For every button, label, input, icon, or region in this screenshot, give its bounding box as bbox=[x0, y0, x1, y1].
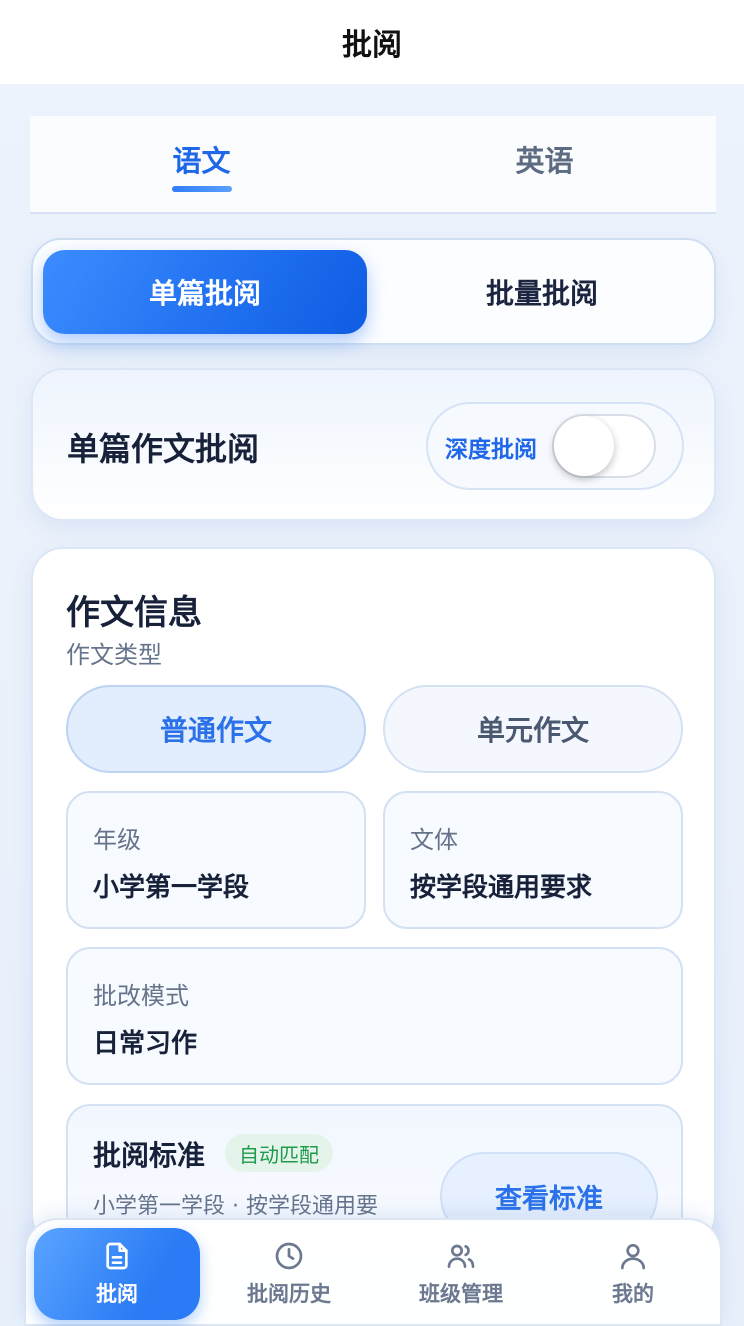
nav-class-management-label: 班级管理 bbox=[419, 1282, 503, 1306]
grading-mode-select[interactable]: 批改模式 日常习作 bbox=[66, 947, 683, 1085]
essay-info-title: 作文信息 bbox=[66, 593, 202, 633]
grade-select[interactable]: 年级 小学第一学段 bbox=[66, 791, 366, 929]
tab-english-label: 英语 bbox=[515, 144, 574, 178]
nav-history[interactable]: 批阅历史 bbox=[206, 1228, 372, 1320]
grade-label: 年级 bbox=[93, 826, 141, 854]
user-icon bbox=[621, 1244, 645, 1270]
review-standard-description: 小学第一学段 · 按学段通用要 bbox=[93, 1194, 378, 1219]
subject-tabs: 语文 英语 bbox=[30, 116, 716, 214]
tab-english[interactable]: 英语 bbox=[373, 116, 716, 212]
essay-type-unit-button[interactable]: 单元作文 bbox=[383, 685, 683, 773]
tab-chinese[interactable]: 语文 bbox=[30, 116, 373, 212]
essay-info-card: 作文信息 作文类型 普通作文 单元作文 年级 小学第一学段 文体 按学段通用要求… bbox=[31, 547, 716, 1247]
essay-type-label: 作文类型 bbox=[66, 641, 162, 669]
top-bar: 批阅 bbox=[0, 0, 744, 84]
genre-value: 按学段通用要求 bbox=[410, 873, 593, 903]
nav-profile[interactable]: 我的 bbox=[550, 1228, 716, 1320]
deep-review-toggle[interactable] bbox=[552, 414, 656, 478]
single-essay-heading: 单篇作文批阅 bbox=[67, 430, 260, 468]
nav-history-label: 批阅历史 bbox=[247, 1282, 331, 1306]
nav-profile-label: 我的 bbox=[612, 1282, 654, 1306]
genre-label: 文体 bbox=[410, 826, 458, 854]
active-tab-indicator bbox=[171, 186, 232, 192]
genre-select[interactable]: 文体 按学段通用要求 bbox=[383, 791, 683, 929]
nav-review-label: 批阅 bbox=[96, 1282, 138, 1306]
clock-icon bbox=[275, 1242, 303, 1270]
single-essay-card: 单篇作文批阅 深度批阅 bbox=[31, 368, 716, 521]
deep-review-control: 深度批阅 bbox=[426, 402, 684, 490]
batch-review-button[interactable]: 批量批阅 bbox=[377, 250, 707, 334]
grading-mode-value: 日常习作 bbox=[93, 1029, 198, 1059]
auto-match-badge: 自动匹配 bbox=[225, 1134, 333, 1172]
grading-mode-label: 批改模式 bbox=[93, 982, 189, 1010]
single-review-button[interactable]: 单篇批阅 bbox=[43, 250, 367, 334]
document-icon bbox=[106, 1242, 128, 1270]
nav-review[interactable]: 批阅 bbox=[34, 1228, 200, 1320]
nav-class-management[interactable]: 班级管理 bbox=[378, 1228, 544, 1320]
deep-review-label: 深度批阅 bbox=[445, 437, 537, 463]
bottom-nav: 批阅 批阅历史 班级管理 我的 bbox=[24, 1218, 722, 1326]
toggle-knob bbox=[554, 416, 614, 476]
essay-type-normal-button[interactable]: 普通作文 bbox=[66, 685, 366, 773]
tab-chinese-label: 语文 bbox=[172, 144, 231, 178]
review-standard-title: 批阅标准 bbox=[93, 1139, 206, 1172]
grade-value: 小学第一学段 bbox=[93, 873, 250, 903]
page-title: 批阅 bbox=[342, 28, 402, 63]
users-icon bbox=[447, 1244, 475, 1268]
review-mode-switch: 单篇批阅 批量批阅 bbox=[31, 238, 716, 345]
